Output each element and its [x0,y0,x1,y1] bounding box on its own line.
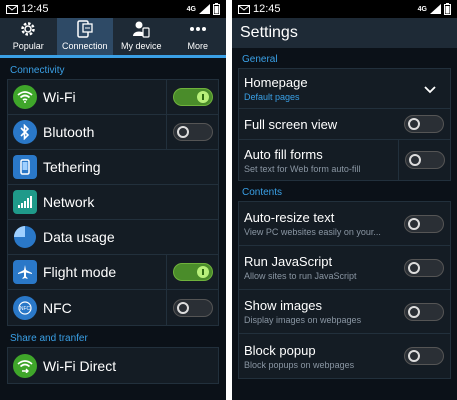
block-popup-row[interactable]: Block popup Block popups on webpages [239,334,450,378]
show-images-toggle[interactable] [404,302,444,321]
run-javascript-subtitle: Allow sites to run JavaScript [244,271,357,281]
page-title: Settings [232,18,457,48]
show-images-title: Show images [244,298,323,313]
gear-icon [21,22,35,36]
block-popup-toggle[interactable] [404,347,444,365]
homepage-row[interactable]: Homepage Default pages [239,69,450,109]
browser-settings-screen: 12:45 4G Settings General Homepage Defau… [232,0,457,400]
section-general: General [242,54,278,65]
run-javascript-title: Run JavaScript [244,254,333,269]
list-item-wifi[interactable]: Wi-Fi [8,80,218,115]
settings-tabs: Popular Connection My device More [0,18,226,58]
network-label: Network [43,194,95,210]
list-item-nfc[interactable]: NFC NFC [8,290,218,325]
section-share-transfer: Share and tranfer [10,333,88,344]
status-bar: 12:45 4G [0,0,226,18]
auto-resize-text-subtitle: View PC websites easily on your... [244,227,381,237]
contents-list: Auto-resize text View PC websites easily… [238,201,451,379]
tab-connection[interactable]: Connection [56,18,113,55]
wifi-icon [13,85,37,109]
homepage-subtitle: Default pages [244,92,300,102]
person-device-icon [133,21,150,38]
tab-my-device[interactable]: My device [113,18,170,55]
connectivity-list: Wi-Fi Blutooth Tethering Network Data us… [7,79,219,326]
connection-settings-screen: 12:45 4G Popular Connection My device Mo… [0,0,226,400]
full-screen-view-row[interactable]: Full screen view [239,109,450,140]
nfc-toggle[interactable] [172,298,213,317]
wifi-toggle[interactable] [172,88,213,106]
list-item-tethering[interactable]: Tethering [8,150,218,185]
bluetooth-icon [13,120,37,144]
status-time: 12:45 [21,3,49,15]
flight-mode-toggle[interactable] [172,263,213,281]
auto-resize-text-row[interactable]: Auto-resize text View PC websites easily… [239,202,450,246]
share-list: Wi-Fi Direct [7,347,219,384]
general-list: Homepage Default pages Full screen view … [238,68,451,181]
auto-fill-forms-row[interactable]: Auto fill forms Set text for Web form au… [239,140,450,180]
more-dots-icon [189,27,206,31]
block-popup-subtitle: Block popups on webpages [244,359,355,370]
chevron-down-icon[interactable] [410,81,450,97]
tab-popular-label: Popular [12,41,44,51]
run-javascript-toggle[interactable] [404,258,444,277]
auto-resize-text-toggle[interactable] [404,214,444,233]
mail-icon [238,4,250,14]
tethering-icon [13,155,37,179]
run-javascript-row[interactable]: Run JavaScript Allow sites to run JavaSc… [239,246,450,290]
nfc-label: NFC [43,299,72,316]
tab-my-device-label: My device [120,41,162,51]
network-type: 4G [417,5,427,13]
status-time: 12:45 [253,3,281,15]
show-images-subtitle: Display images on webpages [244,315,362,325]
bluetooth-label: Blutooth [43,124,95,140]
battery-icon [213,3,220,15]
tab-more[interactable]: More [170,18,227,55]
tethering-label: Tethering [43,159,101,175]
signal-strength-icon [199,4,210,14]
wifi-label: Wi-Fi [43,89,76,105]
list-item-flight-mode[interactable]: Flight mode [8,255,218,290]
nfc-icon: NFC [13,295,37,320]
tab-popular[interactable]: Popular [0,18,57,55]
wifi-direct-icon [13,353,37,378]
phone-connection-icon [77,20,93,38]
tab-connection-label: Connection [61,41,108,51]
tab-more-label: More [187,41,208,51]
full-screen-view-toggle[interactable] [404,115,444,133]
signal-strength-icon [430,4,441,14]
status-bar: 12:45 4G [232,0,457,18]
full-screen-view-title: Full screen view [244,116,338,132]
battery-icon [444,3,451,15]
list-item-network[interactable]: Network [8,185,218,220]
network-type: 4G [186,5,196,13]
svg-text:NFC: NFC [20,306,31,312]
list-item-data-usage[interactable]: Data usage [8,220,218,255]
homepage-title: Homepage [244,75,308,90]
auto-resize-text-title: Auto-resize text [244,210,335,225]
airplane-icon [13,260,37,284]
bluetooth-toggle[interactable] [172,123,213,141]
flight-mode-label: Flight mode [43,264,117,280]
data-usage-label: Data usage [43,229,115,245]
auto-fill-forms-toggle[interactable] [404,151,445,169]
block-popup-title: Block popup [244,342,316,358]
section-contents: Contents [242,187,283,198]
list-item-bluetooth[interactable]: Blutooth [8,115,218,150]
section-connectivity: Connectivity [10,65,65,76]
signal-icon [13,190,37,214]
show-images-row[interactable]: Show images Display images on webpages [239,290,450,334]
list-item-wifi-direct[interactable]: Wi-Fi Direct [8,348,218,383]
auto-fill-forms-subtitle: Set text for Web form auto-fill [244,163,361,174]
auto-fill-forms-title: Auto fill forms [244,146,323,162]
wifi-direct-label: Wi-Fi Direct [43,357,117,374]
pie-chart-icon [13,225,37,249]
mail-icon [6,4,18,14]
